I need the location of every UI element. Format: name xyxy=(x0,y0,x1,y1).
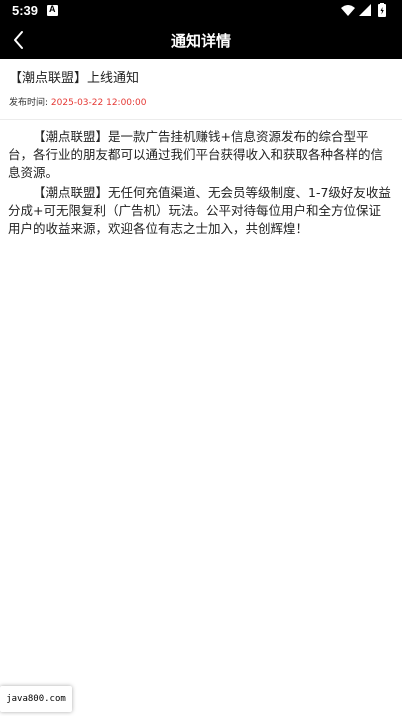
status-time: 5:39 xyxy=(12,3,39,18)
wifi-icon xyxy=(341,5,355,16)
publish-time-value: 2025-03-22 12:00:00 xyxy=(50,98,147,108)
publish-time-label: 发布时间: xyxy=(9,98,49,108)
status-bar: 5:39 xyxy=(0,0,402,22)
notice-header: 【潮点联盟】上线通知 发布时间: 2025-03-22 12:00:00 xyxy=(0,59,402,120)
app-notification-icon xyxy=(47,4,58,16)
notice-title: 【潮点联盟】上线通知 xyxy=(9,71,140,86)
content-paragraph: 【潮点联盟】无任何充值渠道、无会员等级制度、1-7级好友收益分成+可无限复利（广… xyxy=(8,185,391,236)
battery-icon xyxy=(378,3,386,17)
signal-icon xyxy=(359,4,371,16)
app-bar: 通知详情 xyxy=(0,22,402,59)
watermark-label: java800.com xyxy=(0,686,72,712)
notice-content: 【潮点联盟】是一款广告挂机赚钱+信息资源发布的综合型平台，各行业的朋友都可以通过… xyxy=(8,128,392,240)
status-icons xyxy=(340,3,392,19)
page-title: 通知详情 xyxy=(170,32,231,50)
notice-meta: 发布时间: 2025-03-22 12:00:00 xyxy=(9,97,147,109)
status-icons-svg xyxy=(341,3,386,17)
content-paragraph: 【潮点联盟】是一款广告挂机赚钱+信息资源发布的综合型平台，各行业的朋友都可以通过… xyxy=(8,129,384,180)
